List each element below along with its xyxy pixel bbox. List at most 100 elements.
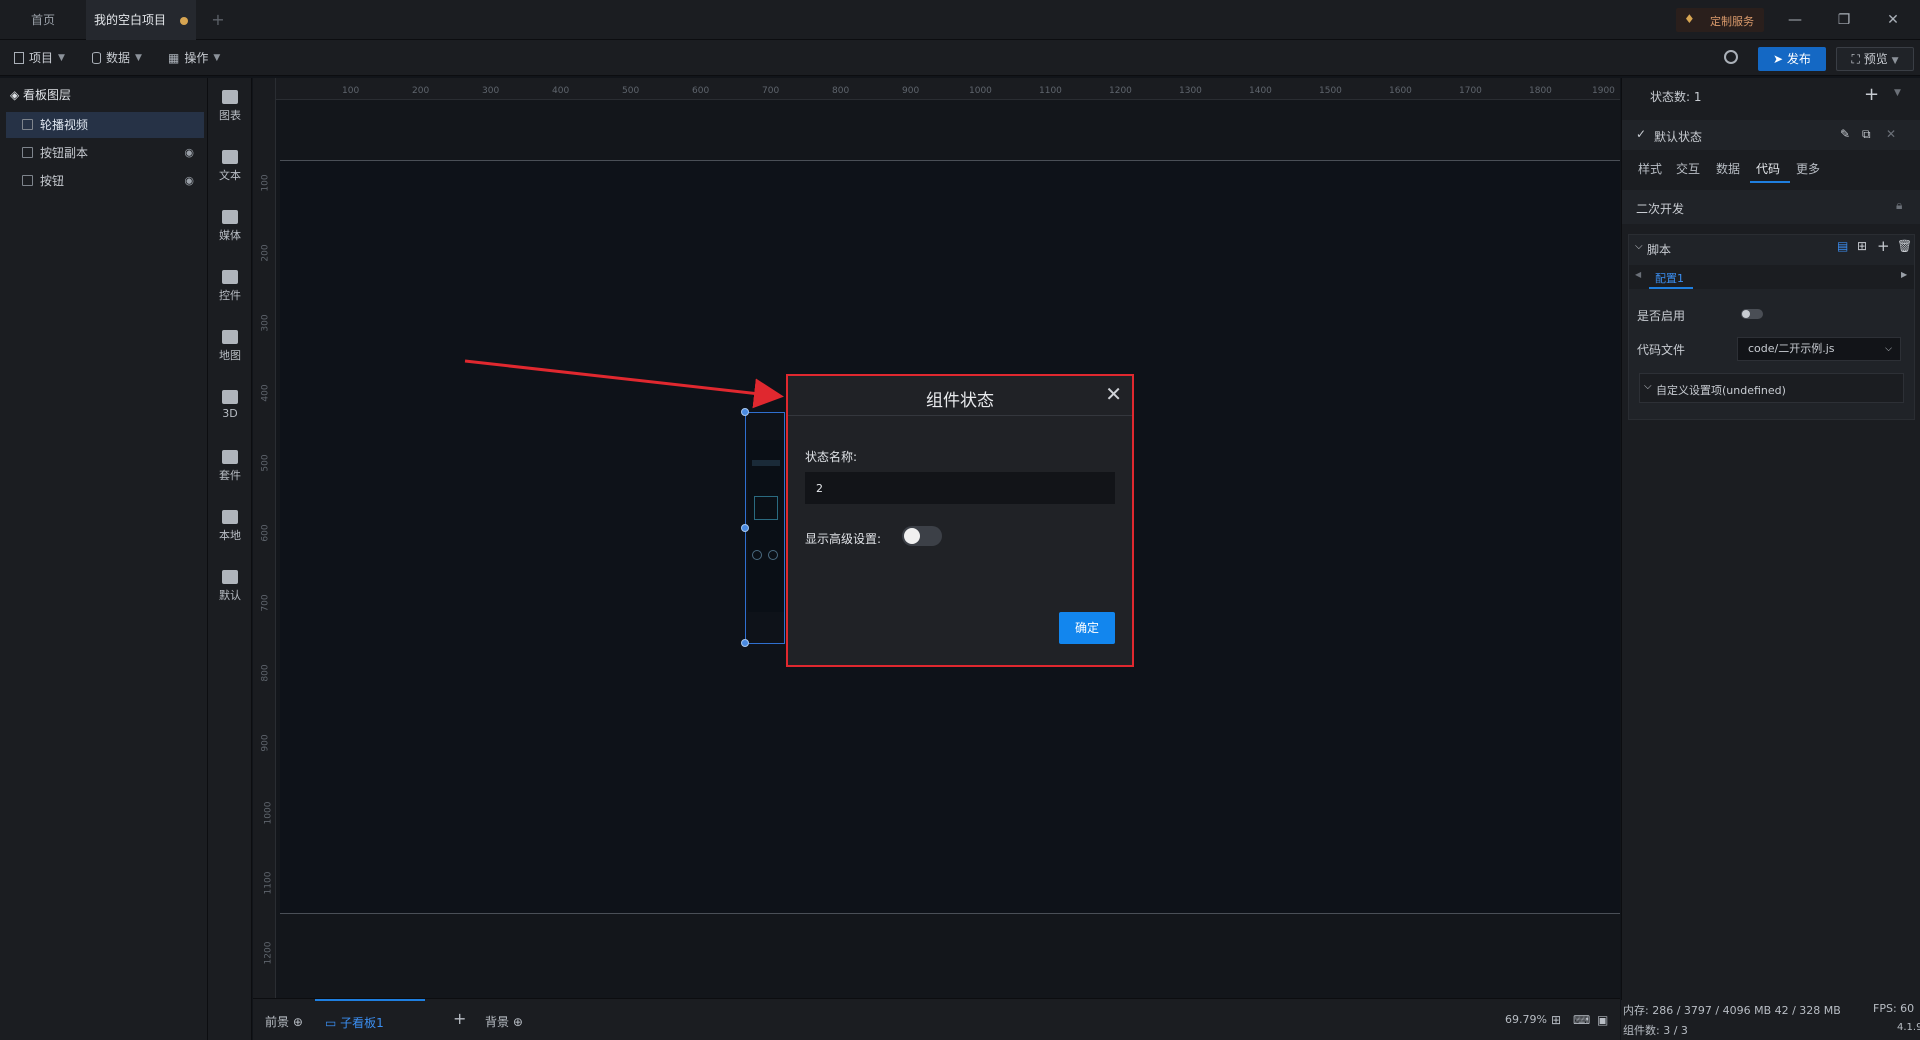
tab-data[interactable]: 数据 [1716, 160, 1740, 177]
config-tab[interactable]: 配置1 [1655, 270, 1684, 286]
puzzle-icon [222, 510, 238, 524]
tab-style[interactable]: 样式 [1638, 160, 1662, 177]
layer-label: 按钮副本 [40, 146, 89, 160]
chevron-down-icon: ▼ [1891, 56, 1899, 66]
add-state-icon[interactable]: + [1864, 84, 1879, 105]
gem-icon: ♦ [1684, 12, 1695, 26]
ruler-tick-label: 300 [482, 86, 500, 96]
add-circle-icon[interactable]: ⊕ [293, 1015, 303, 1029]
kit-icon [222, 450, 238, 464]
annotation-arrow [464, 359, 784, 409]
active-config-indicator [1649, 287, 1693, 289]
confirm-button[interactable]: 确定 [1059, 612, 1115, 644]
fit-screen-icon[interactable]: ⊞ [1551, 1013, 1561, 1027]
dev-section-header[interactable]: 二次开发 🔒︎ [1622, 190, 1920, 224]
code-file-value: code/二开示例.js [1748, 342, 1835, 355]
menu-operation[interactable]: ▦ 操作 ▼ [168, 49, 220, 67]
custom-settings-row[interactable]: ⌵ 自定义设置项(undefined) [1639, 373, 1904, 403]
eye-hidden-icon[interactable]: ◉ [184, 168, 194, 194]
ruler-tick-label: 200 [260, 244, 271, 262]
file-icon [14, 52, 24, 64]
chevron-down-icon[interactable]: ⌵ [1635, 241, 1643, 252]
rail-local[interactable]: 本地 [208, 510, 252, 543]
copy-icon[interactable]: ⧉ [1862, 127, 1871, 142]
ruler-tick-label: 500 [622, 86, 640, 96]
zoom-level[interactable]: 69.79% [1505, 1013, 1547, 1026]
state-count-row: 状态数: 1 + ▼ [1622, 84, 1920, 108]
caret-right-icon[interactable]: ▶ [1901, 270, 1907, 279]
search-icon[interactable] [1724, 50, 1738, 64]
rail-controls[interactable]: 控件 [208, 270, 252, 303]
script-section-label: 脚本 [1647, 243, 1672, 257]
preview-button[interactable]: ⛶ 预览 ▼ [1836, 47, 1914, 71]
publish-button[interactable]: ➤ 发布 [1758, 47, 1826, 71]
tab-code[interactable]: 代码 [1756, 160, 1780, 177]
tab-home[interactable]: 首页 [0, 0, 86, 40]
rail-default[interactable]: 默认 [208, 570, 252, 603]
layer-item[interactable]: 按钮 ◉ [6, 168, 204, 194]
chevron-down-icon[interactable]: ▼ [1894, 88, 1901, 98]
terminal-icon[interactable]: ▣ [1597, 1013, 1608, 1027]
tab-interaction[interactable]: 交互 [1676, 160, 1700, 177]
advanced-settings-toggle[interactable] [902, 526, 942, 546]
menu-data[interactable]: 数据 ▼ [92, 49, 142, 67]
keyboard-icon[interactable]: ⌨ [1573, 1013, 1590, 1027]
ruler-tick-label: 600 [692, 86, 710, 96]
add-icon[interactable]: + [1877, 237, 1890, 255]
ruler-left: 100 200 300 400 500 600 700 800 900 1000 1100 1200 [253, 78, 276, 998]
tab-project[interactable]: 我的空白项目 [86, 0, 196, 40]
menu-operation-label: 操作 [184, 51, 209, 65]
layer-item[interactable]: 轮播视频 [6, 112, 204, 138]
delete-icon[interactable]: ✕ [1886, 127, 1896, 141]
foreground-tab[interactable]: 前景 ⊕ [265, 1013, 303, 1030]
sub-board-tab[interactable]: ▭ 子看板1 [315, 999, 425, 1039]
eye-hidden-icon[interactable]: ◉ [184, 140, 194, 166]
resize-handle[interactable] [741, 524, 749, 532]
script-section: ⌵ 脚本 ▤ ⊞ + 🗑︎ ◀ 配置1 ▶ 是否启用 代码文件 code/二开示… [1628, 234, 1915, 420]
resize-handle[interactable] [741, 639, 749, 647]
rail-kits[interactable]: 套件 [208, 450, 252, 483]
publish-label: 发布 [1786, 52, 1811, 66]
layout-single-icon[interactable]: ▤ [1837, 239, 1848, 253]
custom-service-button[interactable]: ♦ 定制服务 [1676, 8, 1764, 32]
close-icon[interactable]: ✕ [1105, 382, 1122, 406]
code-file-select[interactable]: code/二开示例.js ⌵ [1737, 337, 1901, 361]
menu-project[interactable]: 项目 ▼ [14, 49, 65, 67]
rail-text[interactable]: 文本 [208, 150, 252, 183]
selection-box[interactable] [741, 408, 785, 647]
layout-split-icon[interactable]: ⊞ [1857, 239, 1867, 253]
ruler-tick-label: 700 [762, 86, 780, 96]
caret-left-icon[interactable]: ◀ [1635, 270, 1641, 279]
ruler-tick-label: 700 [260, 594, 271, 612]
close-window-icon[interactable]: ✕ [1879, 8, 1907, 32]
default-state-row[interactable]: ✓ 默认状态 ✎ ⧉ ✕ [1622, 120, 1920, 150]
add-board-icon[interactable]: + [453, 1009, 466, 1028]
menu-project-label: 项目 [29, 51, 54, 65]
trash-icon[interactable]: 🗑︎ [1897, 239, 1912, 253]
rail-map[interactable]: 地图 [208, 330, 252, 363]
background-tab[interactable]: 背景 ⊕ [485, 1013, 523, 1030]
edit-icon[interactable]: ✎ [1840, 127, 1850, 141]
state-name-input[interactable]: 2 [805, 472, 1115, 504]
restore-icon[interactable]: ❐ [1830, 8, 1858, 32]
layers-panel: ◈ 看板图层 轮播视频 按钮副本 ◉ 按钮 ◉ [0, 78, 208, 1040]
layer-label: 轮播视频 [40, 118, 89, 132]
add-circle-icon[interactable]: ⊕ [513, 1015, 523, 1029]
layer-item[interactable]: 按钮副本 ◉ [6, 140, 204, 166]
media-icon [222, 210, 238, 224]
lock-icon[interactable]: 🔒︎ [1896, 198, 1902, 213]
rail-label: 媒体 [219, 229, 241, 242]
rail-3d[interactable]: 3D [208, 390, 252, 420]
code-file-label: 代码文件 [1637, 343, 1686, 357]
tab-more[interactable]: 更多 [1796, 160, 1820, 177]
rail-media[interactable]: 媒体 [208, 210, 252, 243]
enable-toggle[interactable] [1741, 309, 1763, 319]
chevron-down-icon: ▼ [135, 53, 142, 63]
database-icon [92, 52, 101, 64]
ruler-tick-label: 900 [902, 86, 920, 96]
toggle-knob [904, 528, 920, 544]
add-tab-icon[interactable]: + [206, 0, 230, 40]
chevron-down-icon: ⌵ [1644, 381, 1652, 392]
rail-charts[interactable]: 图表 [208, 90, 252, 123]
minimize-icon[interactable]: — [1781, 8, 1809, 32]
